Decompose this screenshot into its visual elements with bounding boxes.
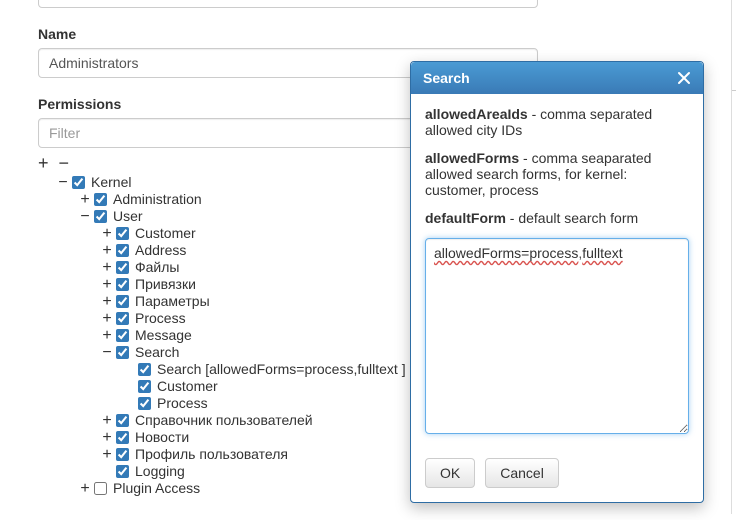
config-textarea[interactable]: allowedForms=process,fulltext: [425, 238, 689, 434]
ok-button[interactable]: OK: [425, 458, 475, 488]
tree-checkbox-parameters[interactable]: [116, 295, 129, 308]
tree-toggle[interactable]: +: [100, 227, 114, 241]
expand-all-button[interactable]: +: [38, 154, 49, 172]
tree-node-customer[interactable]: Customer: [135, 225, 196, 242]
tree-checkbox-plugin-access[interactable]: [94, 482, 107, 495]
tree-checkbox-search-config[interactable]: [138, 363, 151, 376]
tree-node-address[interactable]: Address: [135, 242, 186, 259]
tree-node-kernel[interactable]: Kernel: [91, 174, 131, 191]
tree-checkbox-search[interactable]: [116, 346, 129, 359]
tree-checkbox-news[interactable]: [116, 431, 129, 444]
page-divider: [732, 90, 736, 93]
tree-node-plugin-access[interactable]: Plugin Access: [113, 480, 200, 497]
collapse-all-button[interactable]: −: [59, 154, 70, 172]
tree-toggle[interactable]: +: [100, 244, 114, 258]
search-dialog: Search allowedAreaIds - comma separated …: [410, 61, 704, 503]
tree-toggle[interactable]: +: [100, 278, 114, 292]
tree-node-user-directory[interactable]: Справочник пользователей: [135, 412, 313, 429]
page-divider: [731, 0, 732, 514]
tree-checkbox-bindings[interactable]: [116, 278, 129, 291]
tree-toggle[interactable]: +: [100, 261, 114, 275]
tree-toggle[interactable]: −: [78, 210, 92, 224]
tree-checkbox-administration[interactable]: [94, 193, 107, 206]
cancel-button[interactable]: Cancel: [485, 458, 559, 488]
tree-node-search-customer[interactable]: Customer: [157, 378, 218, 395]
tree-toggle[interactable]: +: [78, 193, 92, 207]
tree-checkbox-user-profile[interactable]: [116, 448, 129, 461]
tree-node-logging[interactable]: Logging: [135, 463, 185, 480]
dialog-header[interactable]: Search: [411, 62, 703, 94]
dialog-title: Search: [423, 70, 470, 86]
tree-node-bindings[interactable]: Привязки: [135, 276, 196, 293]
param-name: allowedForms: [425, 150, 519, 166]
tree-toggle[interactable]: +: [100, 295, 114, 309]
tree-node-process[interactable]: Process: [135, 310, 186, 327]
tree-node-news[interactable]: Новости: [135, 429, 189, 446]
param-desc: allowedAreaIds - comma separated allowed…: [425, 106, 689, 138]
tree-node-search[interactable]: Search: [135, 344, 179, 361]
ghost-top-input[interactable]: [38, 0, 538, 8]
param-text: - default search form: [506, 210, 638, 226]
tree-toggle[interactable]: +: [100, 329, 114, 343]
tree-node-search-config[interactable]: Search [allowedForms=process,fulltext ]: [157, 361, 406, 378]
tree-toggle[interactable]: +: [100, 448, 114, 462]
tree-toggle[interactable]: −: [100, 346, 114, 360]
tree-checkbox-address[interactable]: [116, 244, 129, 257]
tree-node-search-process[interactable]: Process: [157, 395, 208, 412]
tree-node-parameters[interactable]: Параметры: [135, 293, 210, 310]
tree-checkbox-user-directory[interactable]: [116, 414, 129, 427]
tree-checkbox-user[interactable]: [94, 210, 107, 223]
tree-node-message[interactable]: Message: [135, 327, 192, 344]
tree-toggle[interactable]: +: [100, 414, 114, 428]
tree-checkbox-search-process[interactable]: [138, 397, 151, 410]
tree-checkbox-process[interactable]: [116, 312, 129, 325]
tree-toggle[interactable]: +: [78, 482, 92, 496]
tree-node-administration[interactable]: Administration: [113, 191, 202, 208]
tree-node-files[interactable]: Файлы: [135, 259, 179, 276]
tree-toggle[interactable]: +: [100, 312, 114, 326]
tree-checkbox-logging[interactable]: [116, 465, 129, 478]
tree-node-user-profile[interactable]: Профиль пользователя: [135, 446, 288, 463]
name-label: Name: [38, 26, 538, 42]
tree-toggle[interactable]: +: [100, 431, 114, 445]
tree-checkbox-customer[interactable]: [116, 227, 129, 240]
close-icon[interactable]: [677, 71, 691, 85]
param-desc: allowedForms - comma seaparated allowed …: [425, 150, 689, 198]
param-name: defaultForm: [425, 210, 506, 226]
tree-checkbox-files[interactable]: [116, 261, 129, 274]
tree-checkbox-message[interactable]: [116, 329, 129, 342]
tree-checkbox-kernel[interactable]: [72, 176, 85, 189]
param-desc: defaultForm - default search form: [425, 210, 689, 226]
config-token: allowedForms=process: [434, 245, 578, 261]
tree-toggle[interactable]: −: [56, 176, 70, 190]
tree-checkbox-search-customer[interactable]: [138, 380, 151, 393]
config-token: fulltext: [582, 245, 622, 261]
tree-node-user[interactable]: User: [113, 208, 143, 225]
param-name: allowedAreaIds: [425, 106, 528, 122]
